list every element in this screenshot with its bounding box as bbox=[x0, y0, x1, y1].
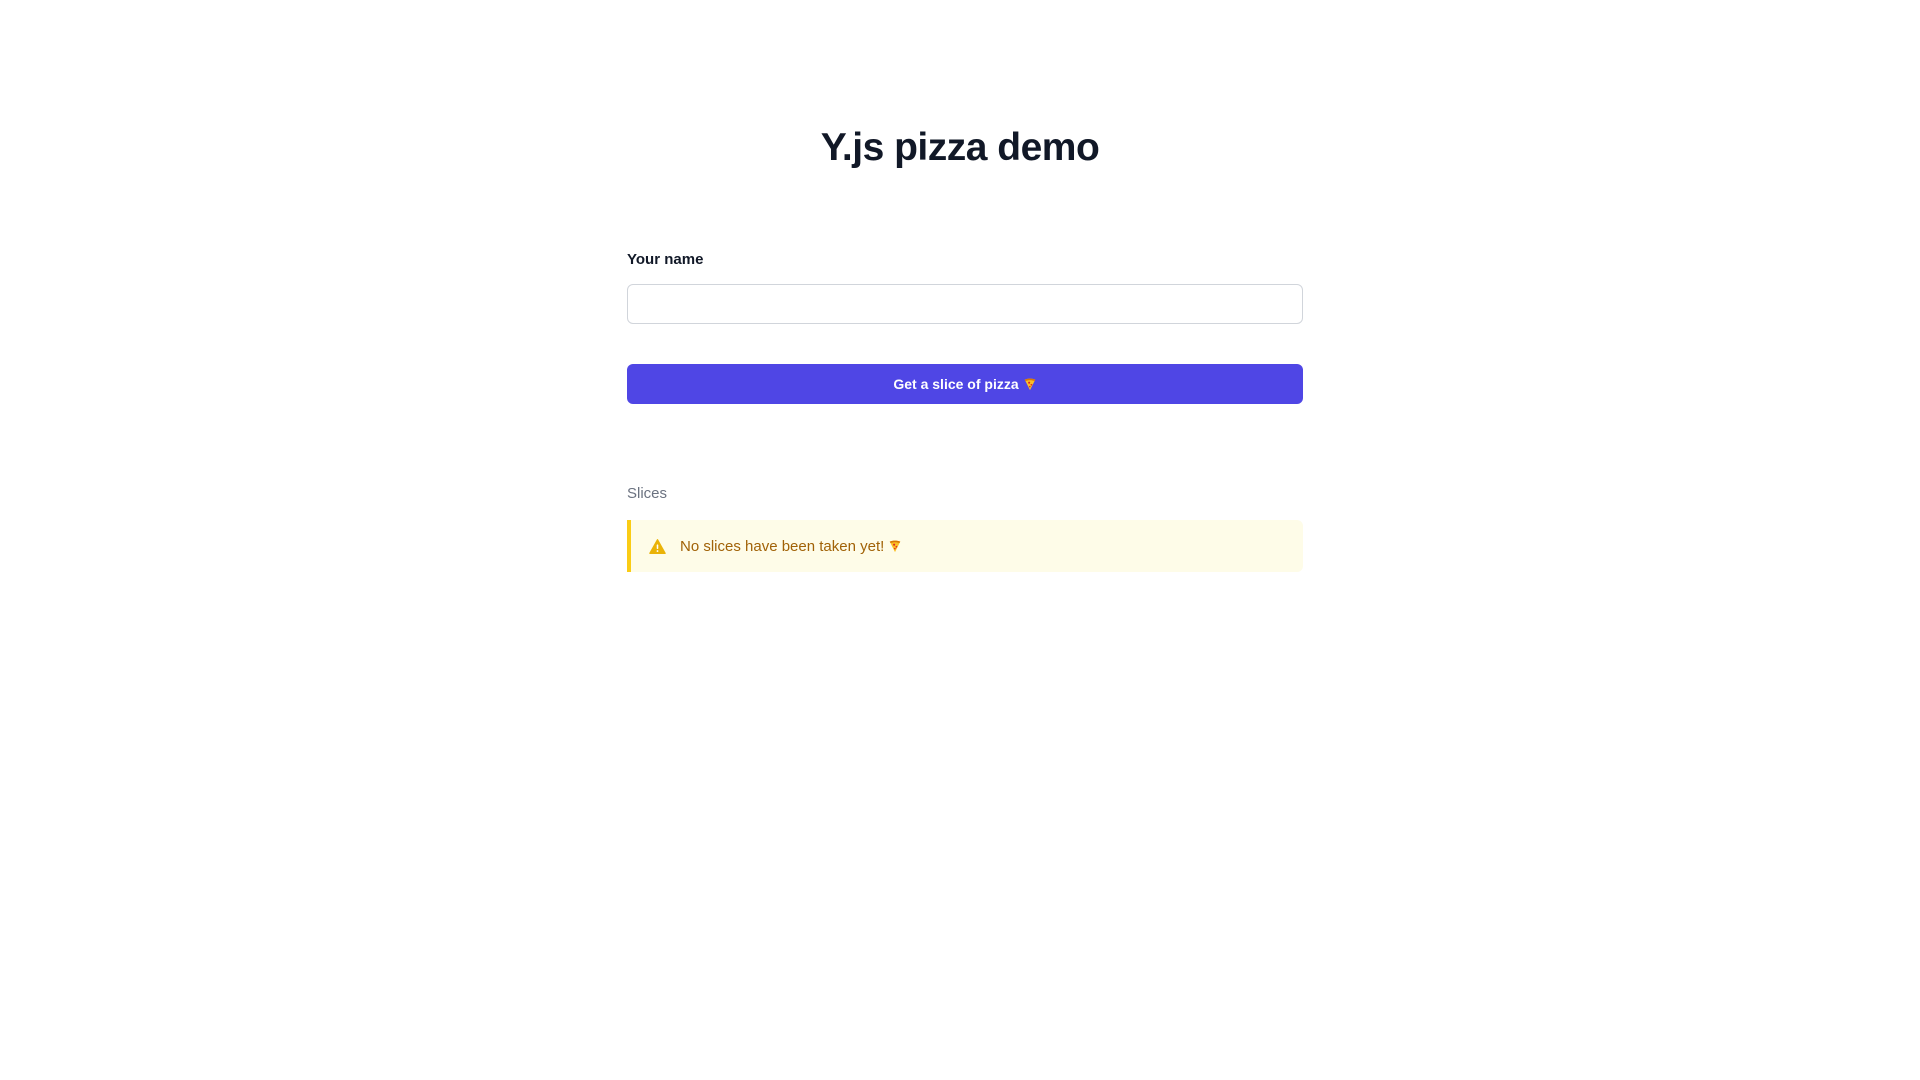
pizza-icon bbox=[1023, 377, 1037, 391]
slices-section: Slices No slices have been taken yet! bbox=[627, 484, 1303, 572]
no-slices-message: No slices have been taken yet! bbox=[680, 538, 902, 555]
page: Y.js pizza demo Your name Get a slice of… bbox=[0, 0, 1920, 1080]
slices-heading: Slices bbox=[627, 485, 668, 502]
name-form: Your name Get a slice of pizza bbox=[627, 250, 1303, 404]
get-slice-button[interactable]: Get a slice of pizza bbox=[627, 364, 1303, 404]
warning-icon bbox=[649, 538, 666, 555]
name-label: Your name bbox=[627, 251, 704, 268]
name-input[interactable] bbox=[627, 284, 1303, 324]
no-slices-alert: No slices have been taken yet! bbox=[627, 520, 1303, 572]
pizza-icon bbox=[888, 539, 902, 553]
no-slices-text: No slices have been taken yet! bbox=[680, 537, 885, 555]
get-slice-button-label: Get a slice of pizza bbox=[893, 376, 1019, 392]
page-title: Y.js pizza demo bbox=[820, 126, 1100, 169]
